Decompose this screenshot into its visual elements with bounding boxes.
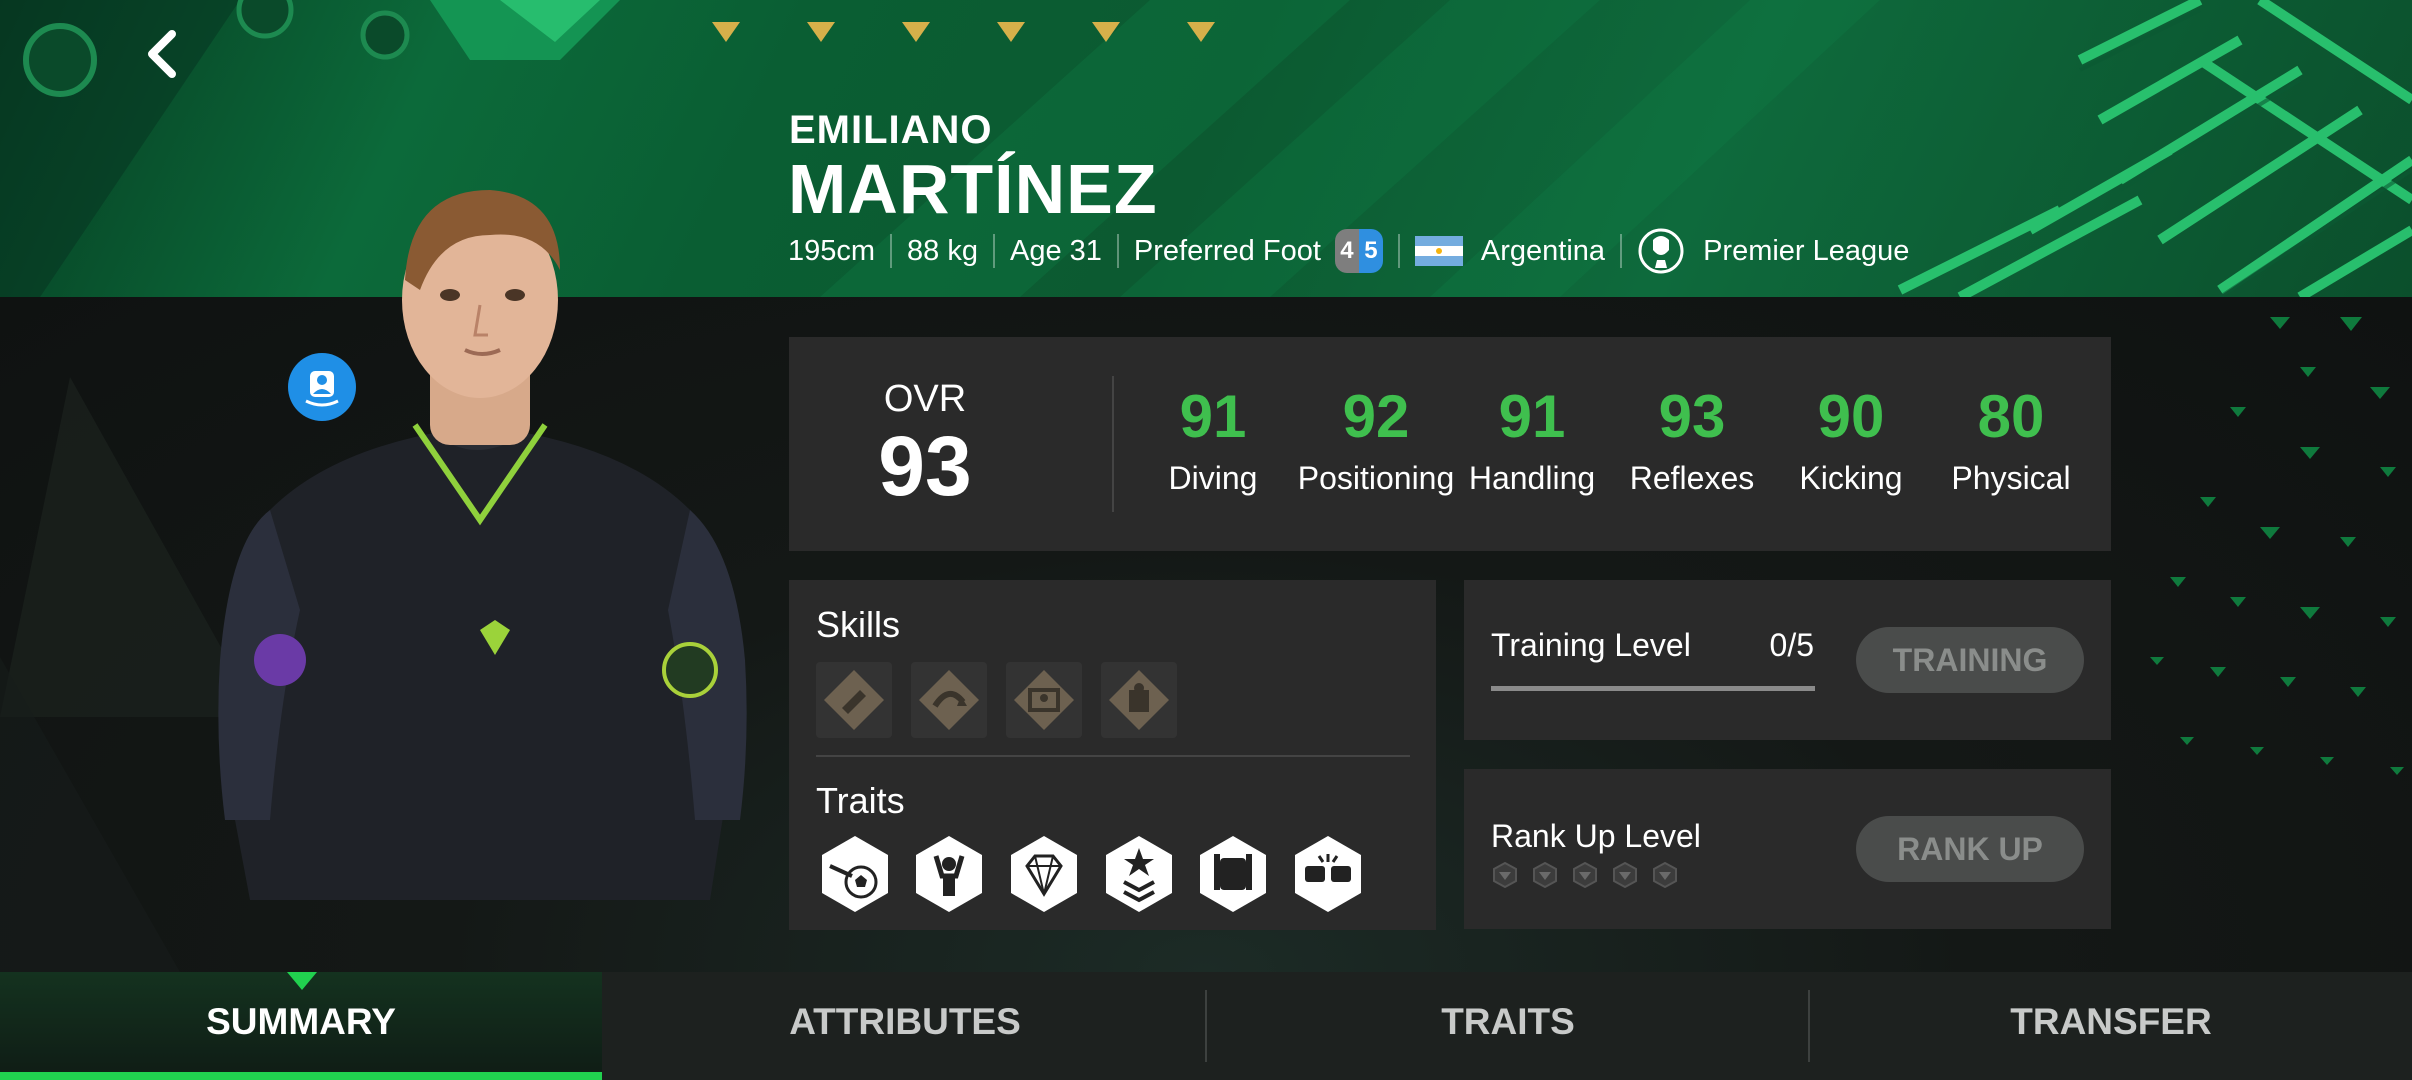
celebration-icon (916, 836, 982, 912)
rank-pip-icon (1573, 861, 1597, 889)
weight-value: 88 kg (907, 234, 978, 267)
ovr-value: 93 (878, 419, 972, 513)
rank-up-button[interactable]: RANK UP (1856, 816, 2084, 882)
diamond-icon (1011, 836, 1077, 912)
argentina-flag-icon (1414, 236, 1463, 266)
stat-value: 91 (1498, 383, 1566, 450)
glove-catch-icon (1200, 836, 1266, 912)
rank-pip-icon (1653, 861, 1677, 889)
training-progress-track (1491, 686, 1815, 691)
goalkeeper-goal-icon[interactable] (1006, 662, 1082, 738)
tab-transfer[interactable]: TRANSFER (1810, 972, 2412, 1072)
stat-value: 80 (1977, 383, 2045, 450)
stat-reflexes: 93 Reflexes (1617, 380, 1767, 497)
tab-traits[interactable]: TRAITS (1207, 972, 1809, 1072)
right-foot-rating: 5 (1358, 229, 1383, 273)
training-level-value: 0/5 (1769, 627, 1814, 663)
training-level-label: Training Level (1491, 627, 1691, 663)
stat-physical: 80 Physical (1936, 380, 2086, 497)
age-value: Age 31 (1010, 234, 1102, 267)
divider (890, 234, 893, 268)
ovr-label: OVR (883, 378, 967, 420)
stat-kicking: 90 Kicking (1776, 380, 1926, 497)
skills-title: Skills (816, 604, 901, 645)
player-switch-icon[interactable] (288, 353, 356, 421)
preferred-foot-label: Preferred Foot (1133, 234, 1321, 267)
rank-up-level-label: Rank Up Level (1491, 818, 1701, 854)
divider (1397, 234, 1400, 268)
wall-block-icon[interactable] (1101, 662, 1177, 738)
stat-label: Handling (1468, 460, 1596, 496)
rank-pip-icon (1493, 861, 1517, 889)
section-divider (816, 755, 1410, 757)
tab-attributes[interactable]: ATTRIBUTES (604, 972, 1206, 1072)
divider (1116, 234, 1119, 268)
stats-divider (1112, 376, 1114, 512)
back-arrow-icon[interactable] (142, 28, 182, 80)
player-last-name: MARTÍNEZ (788, 150, 1158, 228)
stat-value: 91 (1179, 383, 1247, 450)
rank-star-icon (1106, 836, 1172, 912)
player-profile-screen: EMILIANO MARTÍNEZ 195cm 88 kg Age 31 Pre… (0, 0, 2412, 1080)
stat-label: Positioning (1297, 460, 1455, 496)
foot-rating-icon: 4 5 (1334, 229, 1383, 273)
rank-pip-icon (1613, 861, 1637, 889)
dive-glove-icon[interactable] (816, 662, 892, 738)
left-foot-rating: 4 (1334, 229, 1359, 273)
nation-name: Argentina (1480, 234, 1606, 267)
stat-label: Diving (1168, 460, 1258, 496)
training-button[interactable]: TRAINING (1856, 627, 2084, 693)
stat-value: 92 (1342, 383, 1410, 450)
stat-value: 93 (1658, 383, 1726, 450)
stat-label: Physical (1951, 460, 2071, 496)
rank-pip-icon (1533, 861, 1557, 889)
rank-up-pips (1491, 861, 1679, 889)
stat-label: Reflexes (1629, 460, 1755, 496)
stat-diving: 91 Diving (1138, 380, 1288, 497)
stat-label: Kicking (1799, 460, 1903, 496)
save-arc-icon[interactable] (911, 662, 987, 738)
premier-league-icon (1638, 228, 1684, 274)
tab-summary[interactable]: SUMMARY (0, 972, 602, 1072)
player-portrait (218, 190, 747, 900)
height-value: 195cm (788, 234, 876, 267)
player-info-bar: 195cm 88 kg Age 31 Preferred Foot 4 5 Ar… (788, 228, 1909, 274)
stat-value: 90 (1817, 383, 1885, 450)
stat-positioning: 92 Positioning (1296, 380, 1456, 497)
fist-bump-icon (1295, 836, 1361, 912)
divider (1620, 234, 1623, 268)
league-name: Premier League (1703, 234, 1910, 267)
traits-icons-row (822, 836, 1361, 912)
player-first-name: EMILIANO (789, 108, 993, 152)
stat-handling: 91 Handling (1457, 380, 1607, 497)
ovr-block: OVR 93 (835, 378, 1015, 511)
active-tab-indicator (0, 1072, 602, 1080)
traits-title: Traits (816, 780, 905, 821)
ball-strike-icon (822, 836, 888, 912)
divider (993, 234, 995, 268)
rank-chevrons (712, 22, 1215, 42)
